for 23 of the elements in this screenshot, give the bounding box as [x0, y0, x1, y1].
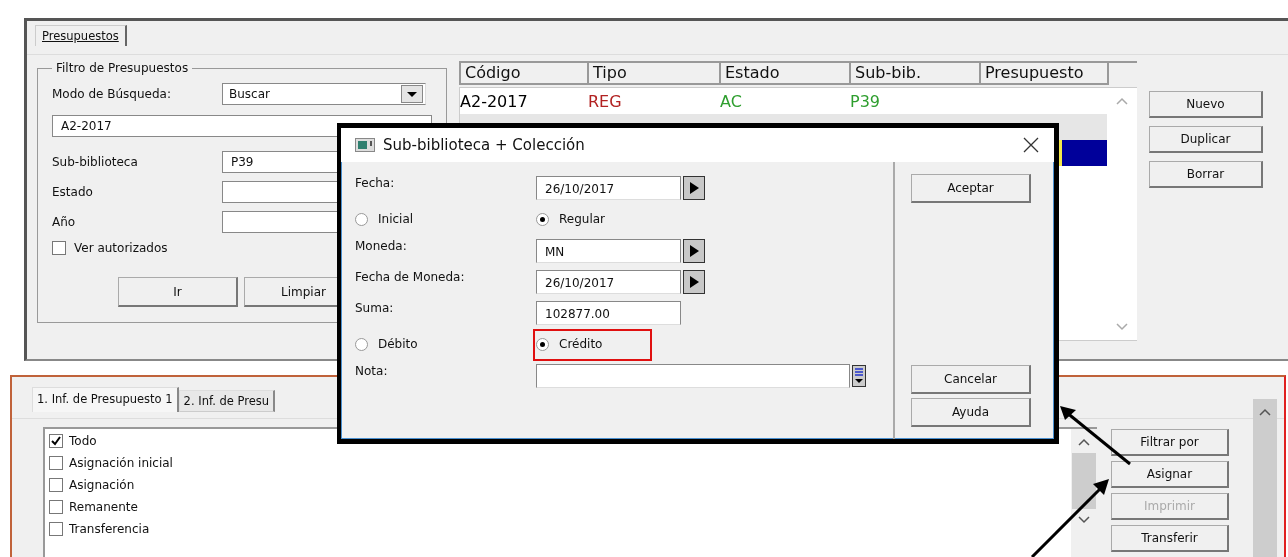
field-label: Moneda:	[355, 238, 408, 253]
table-cell-text: AC	[720, 91, 743, 111]
checkbox-label: Asignación inicial	[69, 456, 173, 470]
radio-label: Inicial	[378, 212, 414, 226]
radio-label: Débito	[378, 337, 418, 351]
radio-label: Regular	[559, 212, 606, 226]
field-label: Nota:	[355, 363, 389, 378]
checkbox-label: Asignación	[69, 478, 135, 492]
checkbox-label: Todo	[69, 434, 97, 448]
field-label: Estado	[52, 185, 94, 199]
checkbox-label: Transferencia	[69, 522, 150, 536]
dialog-title: Sub-biblioteca + Colección	[383, 136, 585, 154]
table-cell-text: P39	[850, 91, 881, 111]
table-cell-text: REG	[588, 91, 623, 111]
checkbox-label: Remanente	[69, 500, 138, 514]
field-label: Sub-biblioteca	[52, 155, 139, 169]
group-title: Filtro de Presupuestos	[55, 61, 190, 75]
field-label: Modo de Búsqueda:	[52, 87, 172, 101]
table-cell-text: A2-2017	[460, 91, 529, 111]
checkbox-label: Ver autorizados	[74, 241, 168, 255]
radio-label: Crédito	[559, 337, 603, 351]
field-label: Año	[52, 215, 77, 229]
field-label: Fecha:	[355, 175, 396, 190]
